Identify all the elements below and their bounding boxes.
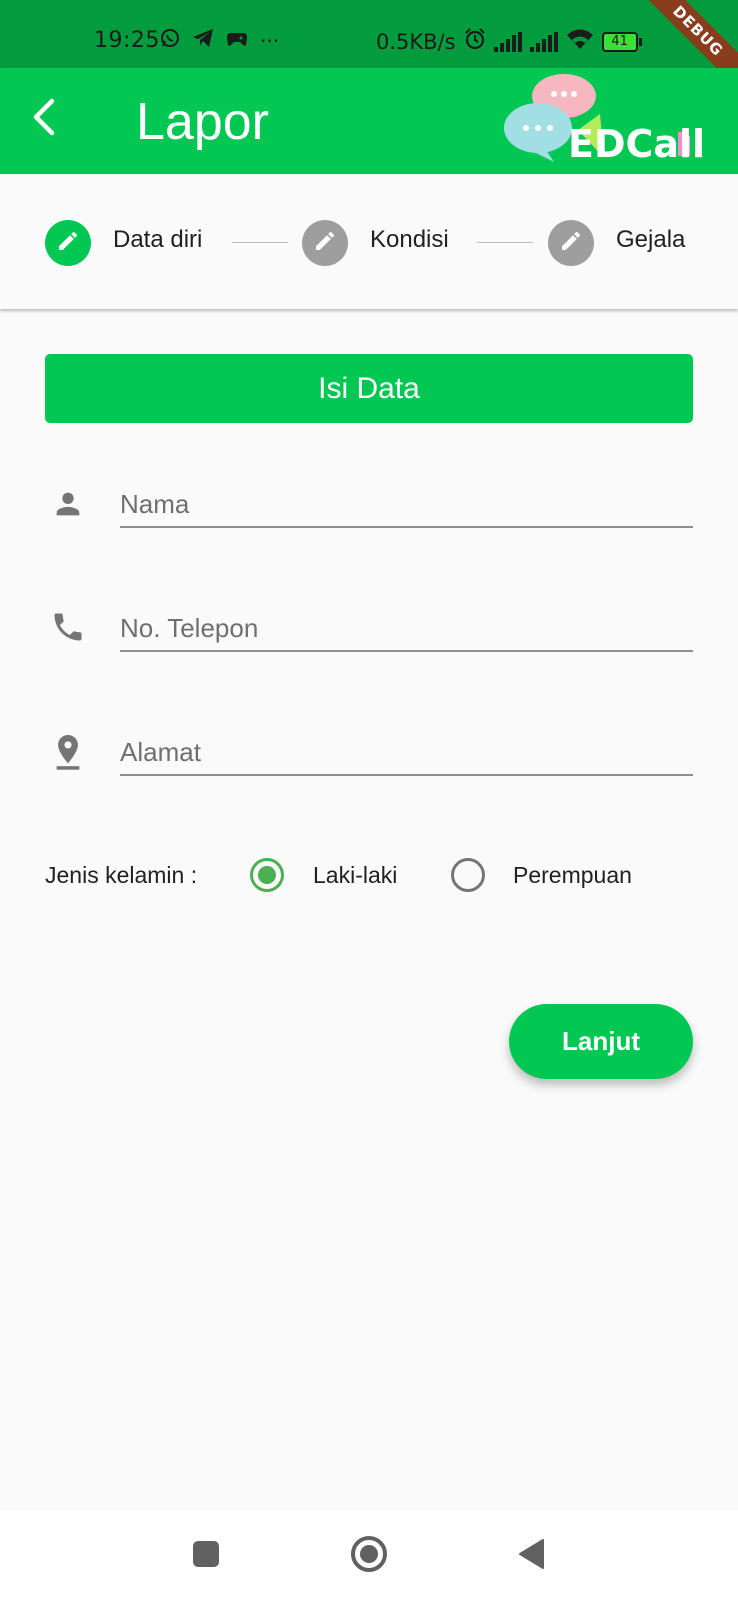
system-nav-bar	[0, 1510, 738, 1600]
address-input[interactable]	[120, 730, 693, 776]
name-input[interactable]	[120, 482, 693, 528]
step-gejala-circle[interactable]	[548, 220, 594, 266]
recents-button[interactable]	[186, 1536, 226, 1576]
back-button[interactable]	[20, 96, 66, 142]
gender-label: Jenis kelamin :	[45, 862, 198, 888]
square-icon	[191, 1539, 221, 1574]
status-right: 0.5KB/s 41	[376, 28, 642, 55]
isi-data-button[interactable]: Isi Data	[45, 354, 693, 423]
telegram-icon	[192, 28, 214, 53]
step-label-data-diri: Data diri	[113, 226, 203, 253]
stepper: Data diri Kondisi Gejala	[0, 174, 738, 309]
step-kondisi-circle[interactable]	[302, 220, 348, 266]
home-button[interactable]	[349, 1535, 389, 1578]
radio-label-laki-laki[interactable]: Laki-laki	[313, 862, 397, 889]
phone-icon	[48, 607, 88, 647]
status-time: 19:25	[94, 28, 160, 53]
battery-icon: 41	[601, 31, 642, 52]
step-label-gejala: Gejala	[616, 226, 686, 253]
edcall-logo: EDCall	[500, 70, 710, 170]
app-bar: Lapor EDCall	[0, 68, 738, 174]
step-data-diri-circle[interactable]	[45, 220, 91, 266]
radio-laki-laki[interactable]	[250, 858, 284, 892]
home-circle-icon	[350, 1535, 388, 1578]
game-controller-icon	[226, 29, 248, 53]
net-speed: 0.5KB/s	[376, 29, 456, 54]
back-nav-button[interactable]	[512, 1536, 552, 1576]
step-connector	[477, 242, 533, 243]
pencil-icon	[559, 229, 583, 258]
step-label-kondisi: Kondisi	[370, 226, 449, 253]
location-pin-icon	[48, 732, 88, 772]
more-notifications: ···	[260, 28, 280, 53]
status-bar: 19:25 ··· 0.5KB/s 41 DEBUG	[0, 0, 738, 97]
radio-label-perempuan[interactable]: Perempuan	[513, 862, 632, 889]
logo-text: EDCall	[568, 122, 706, 166]
signal-icon	[493, 31, 522, 52]
pencil-icon	[56, 229, 80, 258]
notification-icons: ···	[160, 28, 279, 53]
step-connector	[232, 242, 288, 243]
chevron-left-icon	[28, 97, 58, 142]
battery-level: 41	[601, 31, 638, 52]
person-icon	[48, 484, 88, 524]
whatsapp-icon	[160, 28, 180, 53]
radio-perempuan[interactable]	[451, 858, 485, 892]
phone-input[interactable]	[120, 606, 693, 652]
pencil-icon	[313, 229, 337, 258]
alarm-icon	[464, 28, 486, 55]
page-title: Lapor	[136, 93, 269, 151]
triangle-back-icon	[517, 1538, 547, 1575]
signal-icon-2	[529, 31, 558, 52]
next-button[interactable]: Lanjut	[509, 1004, 693, 1079]
wifi-icon	[566, 28, 594, 55]
